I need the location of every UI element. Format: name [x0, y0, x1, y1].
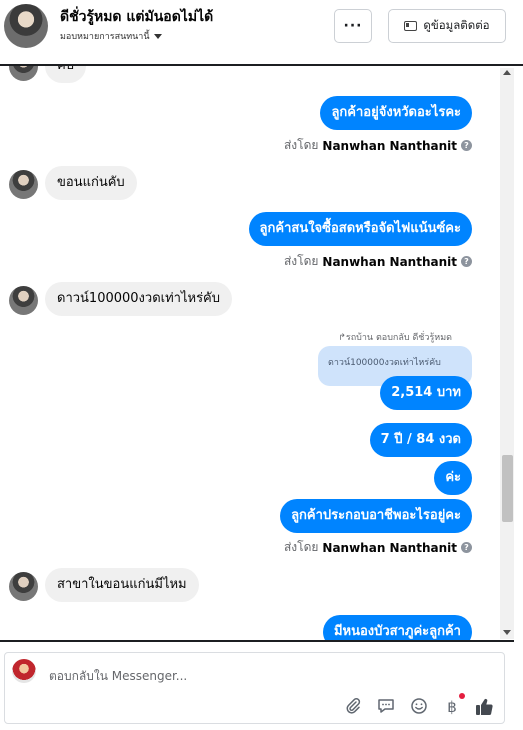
message-scrollbar[interactable]	[500, 68, 514, 639]
outgoing-message: มีหนองบัวสาภูค่ะลูกค้า	[322, 615, 472, 640]
page-avatar	[12, 659, 36, 683]
more-icon: ···	[343, 18, 363, 34]
incoming-message: ดาวน์100000งวดเท่าไหร่คับ	[45, 282, 232, 316]
help-icon[interactable]: ?	[461, 256, 472, 267]
customer-avatar-small	[9, 286, 38, 315]
outgoing-message: ค่ะ	[434, 461, 472, 495]
help-icon[interactable]: ?	[461, 542, 472, 553]
view-contact-button[interactable]: ดูข้อมูลติดต่อ	[388, 9, 506, 43]
outgoing-message: 7 ปี / 84 งวด	[369, 423, 472, 457]
attach-icon[interactable]	[343, 697, 363, 717]
baht-icon[interactable]: ฿	[442, 697, 462, 717]
customer-avatar-small	[9, 572, 38, 601]
reply-composer[interactable]: ตอบกลับใน Messenger... ฿	[4, 652, 505, 724]
caret-down-icon	[153, 33, 162, 39]
notification-dot	[459, 693, 465, 699]
incoming-message: สาขาในขอนแก่นมีไหม	[45, 568, 199, 602]
customer-avatar-small	[9, 66, 38, 81]
customer-avatar[interactable]	[4, 4, 48, 48]
assign-conversation-dropdown[interactable]: มอบหมายการสนทนานี้	[60, 29, 162, 43]
conversation-header: ดีชั่วรู้หมด แต่มันอดไม่ได้ มอบหมายการสน…	[0, 0, 523, 66]
emoji-icon[interactable]	[409, 697, 429, 717]
like-icon[interactable]	[474, 697, 494, 717]
outgoing-message: 2,514 บาท	[380, 376, 472, 410]
sent-by-prefix: ส่งโดย	[283, 138, 319, 152]
composer-divider	[0, 640, 514, 642]
sent-by-label: ส่งโดย Nanwhan Nanthanit ?	[284, 252, 472, 271]
reply-input[interactable]: ตอบกลับใน Messenger...	[49, 667, 187, 686]
sent-by-label: ส่งโดย Nanwhan Nanthanit ?	[284, 538, 472, 557]
outgoing-message: ลูกค้าอยู่จังหวัดอะไรคะ	[320, 96, 472, 130]
message-thread[interactable]: คับ ลูกค้าอยู่จังหวัดอะไรคะ ส่งโดย Nanwh…	[0, 66, 514, 640]
sent-by-prefix: ส่งโดย	[283, 540, 319, 554]
incoming-message: ขอนแก่นคับ	[45, 166, 137, 200]
help-icon[interactable]: ?	[461, 140, 472, 151]
sent-by-prefix: ส่งโดย	[283, 254, 319, 268]
reply-note: ↱รถบ้าน ตอบกลับ ดีชั่วรู้หมด	[338, 333, 452, 343]
customer-name[interactable]: ดีชั่วรู้หมด แต่มันอดไม่ได้	[60, 6, 213, 28]
scrollbar-thumb[interactable]	[502, 455, 513, 522]
outgoing-message: ลูกค้าประกอบอาชีพอะไรอยู่คะ	[280, 499, 472, 533]
view-contact-label: ดูข้อมูลติดต่อ	[423, 18, 490, 32]
scroll-up-icon[interactable]	[503, 70, 511, 75]
incoming-message: คับ	[45, 66, 86, 83]
customer-avatar-small	[9, 170, 38, 199]
sent-by-label: ส่งโดย Nanwhan Nanthanit ?	[284, 136, 472, 155]
contact-card-icon	[404, 21, 418, 31]
scroll-down-icon[interactable]	[503, 630, 511, 635]
more-options-button[interactable]: ···	[334, 9, 372, 43]
sender-name: Nanwhan Nanthanit	[322, 540, 457, 555]
saved-reply-icon[interactable]	[376, 697, 396, 717]
assign-label: มอบหมายการสนทนานี้	[60, 32, 150, 42]
outgoing-message: ลูกค้าสนใจซื้อสดหรือจัดไฟแน้นซ์คะ	[248, 212, 472, 246]
sender-name: Nanwhan Nanthanit	[322, 138, 457, 153]
sender-name: Nanwhan Nanthanit	[322, 254, 457, 269]
